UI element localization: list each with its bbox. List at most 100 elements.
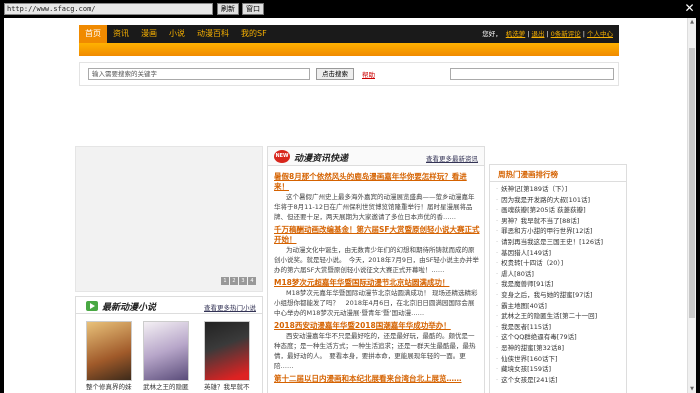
sub-nav-bar [79,43,619,56]
ranking-item-title[interactable]: 我是魔兽师[91话] [501,280,553,288]
ranking-item-title[interactable]: 这个女孩是[241话] [501,376,557,384]
scroll-down-icon[interactable]: ▼ [689,386,695,392]
ranking-item[interactable]: · 妖神记[第189话（下）] [496,184,624,195]
ranking-item-title[interactable]: 霸主地图[40话] [501,302,547,310]
book-cover[interactable] [143,321,189,381]
book-title[interactable]: 英雄？我早就不当了 [204,383,250,392]
comments-link[interactable]: 0条新评论 [551,30,581,38]
book-title[interactable]: 整个修真界的妹子都想… [86,383,132,392]
bullet-icon: · [496,280,499,289]
search-button[interactable]: 点击搜索 [316,68,354,80]
ranking-item-title[interactable]: 请别再当我这是三国王史！[126话] [501,238,603,246]
bullet-icon: · [496,312,499,321]
web-page: 首页 资讯 漫画 小说 动漫百科 我的SF 您好， 机洗萝 | 退出 | 0条新评论 | 个人… [4,18,696,393]
user-bar: 您好， 机洗萝 | 退出 | 0条新评论 | 个人中心 [482,30,613,38]
book-item[interactable]: 整个修真界的妹子都想… [86,321,132,392]
article-title[interactable]: 暑假8月那个依然风头的鹿岛漫画嘉年华你要怎样玩？看进来！ [274,172,480,192]
book-item[interactable]: 武林之王的隐匿生活 [143,321,189,392]
ranking-item[interactable]: · 藏境女孩[159话] [496,364,624,375]
ranking-item-title[interactable]: 画魂荻瓣[第205话 荻菱荻瓣] [501,206,586,214]
url-field[interactable]: http://www.sfacg.com/ [4,3,213,15]
ranking-item[interactable]: · 男神？我早就不当了[88话] [496,216,624,227]
banner-slider[interactable]: 1234 [75,146,263,292]
ranking-item-title[interactable]: 这个QQ群绝逼有毒[79话] [501,333,577,341]
article-title[interactable]: 2018西安动漫嘉年华暨2018国潮嘉年华成功举办！ [274,321,480,331]
ranking-item[interactable]: · 仙侠世界[160话下] [496,354,624,365]
article-title[interactable]: M18梦次元超嘉年华暨国际动漫节北京站圆满成功！ [274,278,480,288]
nav-item-home[interactable]: 首页 [79,25,107,43]
ranking-item[interactable]: · 我是魔兽师[91话] [496,279,624,290]
ranking-item-title[interactable]: 藏境女孩[159话] [501,365,551,373]
nav-item-wiki[interactable]: 动漫百科 [191,25,235,43]
article-title[interactable]: 千万稿酬动画改编基金！第六届SF大赏暨原创轻小说大赛正式开始！ [274,225,480,245]
slider-dot[interactable]: 2 [230,277,238,285]
scroll-thumb[interactable] [689,48,695,318]
username-link[interactable]: 机洗萝 [506,30,526,38]
ranking-item-title[interactable]: 权贵转[十四话（20）] [501,259,563,267]
ranking-item-title[interactable]: 变身之后，我与她的甜蜜[97话] [501,291,592,299]
ranking-item[interactable]: · 霸主地图[40话] [496,301,624,312]
slider-dots: 1234 [220,275,256,285]
bullet-icon: · [496,216,499,225]
panel-title: 动漫资讯快递 [294,154,349,164]
book-cover[interactable] [86,321,132,381]
bullet-icon: · [496,237,499,246]
weekly-ranking-panel: 周热门漫画排行榜 · 妖神记[第189话（下）] · 因为我是开发路的大叔[101话]… [489,164,627,393]
main-nav: 首页 资讯 漫画 小说 动漫百科 我的SF 您好， 机洗萝 | 退出 | 0条新评论 | 个人… [79,25,619,43]
scroll-up-icon[interactable]: ▲ [689,19,695,25]
ranking-item-title[interactable]: 虐人[80话] [501,270,534,278]
ranking-item[interactable]: · 我是医者[115话] [496,322,624,333]
nav-item-my-sf[interactable]: 我的SF [235,25,273,43]
my-center-link[interactable]: 个人中心 [587,30,613,38]
slider-dot[interactable]: 3 [239,277,247,285]
ranking-item-title[interactable]: 基因猎人[149话] [501,249,551,257]
ranking-item[interactable]: · 因为我是开发路的大叔[101话] [496,195,624,206]
more-news-link[interactable]: 查看更多最新资讯 [426,153,478,163]
nav-item-comics[interactable]: 漫画 [135,25,163,43]
article-summary: 这个暑假广州史上最多海外嘉宾的动漫展览盛典——萤乡动漫嘉年华将于8月11-12日… [274,193,475,221]
bullet-icon: · [496,290,499,299]
ranking-item[interactable]: · 变身之后，我与她的甜蜜[97话] [496,290,624,301]
secondary-search-input[interactable] [450,68,614,80]
ranking-item-title[interactable]: 妖神记[第189话（下）] [501,185,567,193]
book-cover[interactable] [204,321,250,381]
ranking-item-title[interactable]: 仙侠世界[160话下] [501,355,557,363]
bullet-icon: · [496,333,499,342]
more-novels-link[interactable]: 查看更多热门小说 [204,302,256,312]
ranking-item[interactable]: · 罪恶和方小甜的甲行世界[12话] [496,226,624,237]
search-input[interactable]: 输入需要搜索的关键字 [88,68,310,80]
article-title[interactable]: 第十二届以日内漫画和本纪北展看来台湾台北上展览…… [274,374,480,384]
window-button[interactable]: 窗口 [242,3,264,15]
book-item[interactable]: 英雄？我早就不当了 [204,321,250,392]
bullet-icon: · [496,365,499,374]
bullet-icon: · [496,248,499,257]
ranking-item-title[interactable]: 男神？我早就不当了[88话] [501,217,579,225]
help-link[interactable]: 帮助 [362,69,375,79]
ranking-item-title[interactable]: 武林之王的隐匿生活[第二十一回] [501,312,597,320]
bullet-icon: · [496,195,499,204]
ranking-item[interactable]: · 这个QQ群绝逼有毒[79话] [496,332,624,343]
ranking-item-title[interactable]: 我是医者[115话] [501,323,551,331]
book-title[interactable]: 武林之王的隐匿生活 [143,383,189,392]
nav-item-novels[interactable]: 小说 [163,25,191,43]
ranking-item[interactable]: · 恶神的甜蜜[第32话8] [496,343,624,354]
ranking-list: · 妖神记[第189话（下）] · 因为我是开发路的大叔[101话] · 画魂荻瓣[第20… [496,184,624,385]
slider-dot[interactable]: 1 [221,277,229,285]
nav-item-news[interactable]: 资讯 [107,25,135,43]
ranking-item-title[interactable]: 恶神的甜蜜[第32话8] [501,344,564,352]
ranking-item-title[interactable]: 因为我是开发路的大叔[101话] [501,196,590,204]
ranking-item[interactable]: · 请别再当我这是三国王史！[126话] [496,237,624,248]
bullet-icon: · [496,227,499,236]
slider-dot[interactable]: 4 [248,277,256,285]
logout-link[interactable]: 退出 [531,30,544,38]
ranking-item[interactable]: · 画魂荻瓣[第205话 荻菱荻瓣] [496,205,624,216]
close-icon[interactable]: ✕ [683,2,696,15]
ranking-item[interactable]: · 武林之王的隐匿生活[第二十一回] [496,311,624,322]
ranking-item[interactable]: · 这个女孩是[241话] [496,375,624,386]
ranking-item[interactable]: · 基因猎人[149话] [496,248,624,259]
ranking-item[interactable]: · 权贵转[十四话（20）] [496,258,624,269]
ranking-item-title[interactable]: 罪恶和方小甜的甲行世界[12话] [501,227,592,235]
scrollbar[interactable]: ▲ ▼ [687,18,696,393]
ranking-item[interactable]: · 虐人[80话] [496,269,624,280]
refresh-button[interactable]: 刷新 [217,3,239,15]
